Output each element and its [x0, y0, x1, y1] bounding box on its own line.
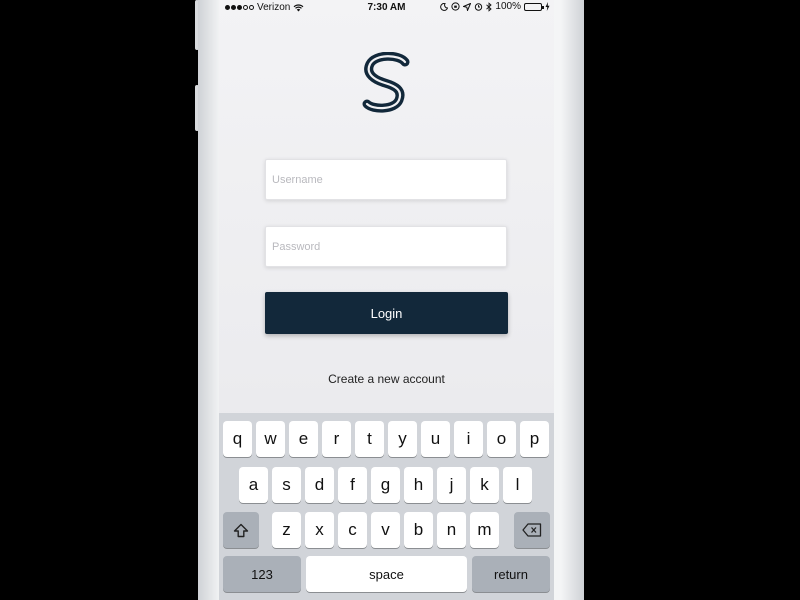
charging-icon: [545, 2, 550, 11]
key-d[interactable]: d: [305, 467, 334, 503]
app-logo: S: [362, 52, 410, 113]
key-c[interactable]: c: [338, 512, 367, 548]
login-button[interactable]: Login: [265, 292, 508, 334]
key-k[interactable]: k: [470, 467, 499, 503]
shift-icon: [233, 523, 249, 537]
return-key[interactable]: return: [472, 556, 550, 592]
key-q[interactable]: q: [223, 421, 252, 457]
key-h[interactable]: h: [404, 467, 433, 503]
key-w[interactable]: w: [256, 421, 285, 457]
space-key[interactable]: space: [306, 556, 467, 592]
create-account-link[interactable]: Create a new account: [219, 372, 554, 386]
key-b[interactable]: b: [404, 512, 433, 548]
key-u[interactable]: u: [421, 421, 450, 457]
orientation-lock-icon: [451, 2, 461, 11]
key-e[interactable]: e: [289, 421, 318, 457]
alarm-icon: [475, 3, 483, 11]
key-a[interactable]: a: [239, 467, 268, 503]
key-n[interactable]: n: [437, 512, 466, 548]
key-x[interactable]: x: [305, 512, 334, 548]
username-input[interactable]: [265, 159, 507, 200]
location-icon: [463, 2, 472, 11]
key-s[interactable]: s: [272, 467, 301, 503]
moon-icon: [440, 2, 449, 11]
phone-screen: Verizon 7:30 AM 100% S Login Create a ne…: [219, 0, 554, 600]
key-g[interactable]: g: [371, 467, 400, 503]
password-input[interactable]: [265, 226, 507, 267]
numbers-key[interactable]: 123: [223, 556, 301, 592]
key-y[interactable]: y: [388, 421, 417, 457]
key-p[interactable]: p: [520, 421, 549, 457]
key-o[interactable]: o: [487, 421, 516, 457]
key-i[interactable]: i: [454, 421, 483, 457]
key-m[interactable]: m: [470, 512, 499, 548]
shift-key[interactable]: [223, 512, 259, 548]
delete-icon: [522, 523, 542, 537]
key-j[interactable]: j: [437, 467, 466, 503]
key-r[interactable]: r: [322, 421, 351, 457]
key-v[interactable]: v: [371, 512, 400, 548]
delete-key[interactable]: [514, 512, 550, 548]
key-l[interactable]: l: [503, 467, 532, 503]
battery-percent: 100%: [495, 1, 521, 12]
battery-icon: [524, 2, 544, 11]
bluetooth-icon: [486, 1, 493, 12]
status-right: 100%: [440, 1, 550, 12]
key-t[interactable]: t: [355, 421, 384, 457]
key-f[interactable]: f: [338, 467, 367, 503]
status-bar: Verizon 7:30 AM 100%: [219, 0, 554, 16]
keyboard: q w e r t y u i o p a s d f g h j k l z …: [219, 413, 554, 600]
key-z[interactable]: z: [272, 512, 301, 548]
